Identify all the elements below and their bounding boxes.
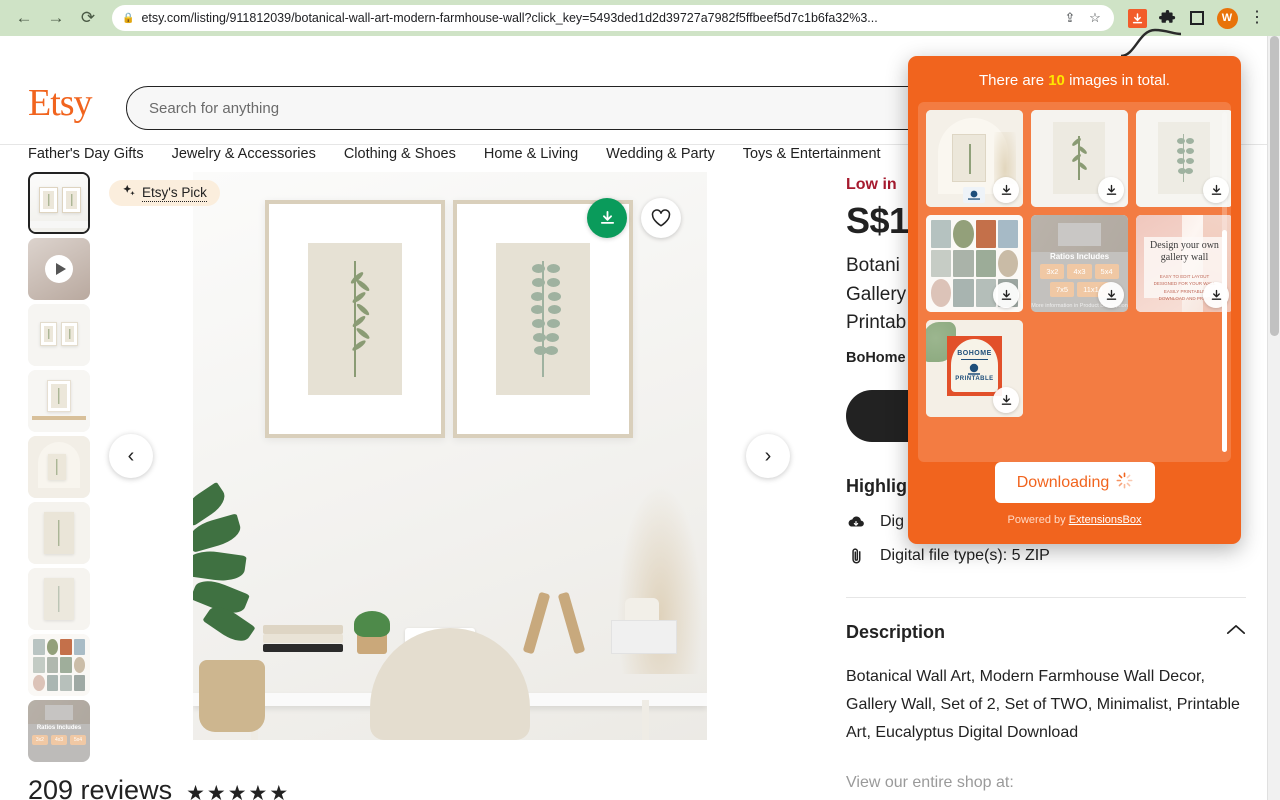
main-product-image[interactable]: [193, 172, 707, 740]
highlight-digital-download-text: Dig: [880, 512, 905, 530]
thumbnail-set-of-two-prints-light[interactable]: [28, 304, 90, 366]
download-icon[interactable]: [993, 282, 1019, 308]
download-all-label: Downloading: [1016, 473, 1110, 491]
popup-title-prefix: There are: [979, 72, 1049, 89]
paperclip-icon: [846, 547, 866, 565]
kebab-menu-icon[interactable]: ⋮: [1244, 5, 1270, 31]
reviews-count: 209 reviews: [28, 775, 173, 800]
powered-by-label: Powered by ExtensionsBox: [908, 514, 1241, 526]
nav-item-clothing-shoes[interactable]: Clothing & Shoes: [344, 146, 456, 162]
popup-scrollbar-thumb[interactable]: [1222, 230, 1227, 452]
download-all-button[interactable]: Downloading: [995, 462, 1155, 503]
nav-item-jewelry-accessories[interactable]: Jewelry & Accessories: [172, 146, 316, 162]
spinner-icon: [1116, 472, 1133, 494]
play-icon[interactable]: [45, 255, 73, 283]
logo-top-text: BOHOME: [957, 349, 992, 357]
popup-image-arch-niche-print[interactable]: [926, 110, 1023, 207]
nav-item-toys-entertainment[interactable]: Toys & Entertainment: [743, 146, 881, 162]
thumbnail-arch-niche-print[interactable]: [28, 436, 90, 498]
ratio-chip: 4x3: [1067, 263, 1092, 279]
description-shop-url[interactable]: https://www.etsy.com/your/shops/BoHomePr…: [846, 797, 1246, 800]
description-shop-link: View our entire shop at: https://www.ets…: [846, 769, 1246, 800]
description-shop-label: View our entire shop at:: [846, 773, 1014, 791]
download-icon[interactable]: [587, 198, 627, 238]
heart-icon[interactable]: [641, 198, 681, 238]
bohome-mini-logo: [962, 187, 985, 204]
thumbnail-color-palette-mosaic[interactable]: [28, 634, 90, 696]
thumbnail-single-olive-branch-print[interactable]: [28, 502, 90, 564]
popup-title-suffix: images in total.: [1064, 72, 1170, 89]
side-panel-icon[interactable]: [1184, 5, 1210, 31]
extensionsbox-link[interactable]: ExtensionsBox: [1069, 514, 1142, 526]
ratio-chip: 5x4: [1094, 263, 1119, 279]
thumbnail-print-over-console-table[interactable]: [28, 370, 90, 432]
nav-item-wedding-party[interactable]: Wedding & Party: [606, 146, 715, 162]
popup-image-count: 10: [1048, 72, 1065, 89]
browser-toolbar: ← → ⟳ 🔒 etsy.com/listing/911812039/botan…: [0, 0, 1280, 36]
ratios-heading: Ratios Includes: [1049, 251, 1110, 261]
address-bar-url: etsy.com/listing/911812039/botanical-wal…: [141, 11, 878, 25]
popup-image-color-palette-mosaic[interactable]: [926, 215, 1023, 312]
popup-image-single-olive-branch-print[interactable]: [1031, 110, 1128, 207]
description-body: Botanical Wall Art, Modern Farmhouse Wal…: [846, 667, 1240, 741]
thumbnail-single-eucalyptus-print[interactable]: [28, 568, 90, 630]
share-icon[interactable]: ⇪: [1061, 10, 1079, 26]
reload-icon[interactable]: ⟳: [74, 4, 102, 32]
page-scrollbar-thumb[interactable]: [1270, 36, 1279, 336]
download-icon[interactable]: [993, 387, 1019, 413]
gallery-heading: Design your own gallery wall: [1150, 240, 1219, 263]
ratio-chip: 3x2: [1040, 263, 1065, 279]
popup-pointer: [1121, 28, 1181, 58]
thumbnail-video[interactable]: [28, 238, 90, 300]
logo-bottom-text: PRINTABLE: [955, 375, 994, 382]
nav-item-fathers-day-gifts[interactable]: Father's Day Gifts: [28, 146, 144, 162]
category-nav: Father's Day Gifts Jewelry & Accessories…: [28, 146, 941, 162]
page-scrollbar[interactable]: [1267, 36, 1280, 800]
forward-arrow-icon[interactable]: →: [42, 4, 70, 32]
next-image-button[interactable]: ›: [746, 434, 790, 478]
avatar-initial: W: [1216, 7, 1238, 29]
popup-image-bohome-printable-logo[interactable]: BOHOME PRINTABLE: [926, 320, 1023, 417]
chevron-up-icon[interactable]: [1226, 623, 1246, 641]
popup-image-design-your-own-gallery-wall[interactable]: Design your own gallery wall EASY TO EDI…: [1136, 215, 1231, 312]
star-rating-icon: ★★★★★: [186, 782, 291, 800]
download-icon[interactable]: [1098, 177, 1124, 203]
popup-image-grid: Ratios Includes 3x2 4x3 5x4 7x5 11x14 Mo…: [918, 102, 1231, 462]
popup-title: There are 10 images in total.: [908, 56, 1241, 89]
highlight-file-type-text: Digital file type(s): 5 ZIP: [880, 546, 1050, 564]
etsy-pick-badge[interactable]: Etsy's Pick: [109, 180, 220, 206]
star-icon[interactable]: ☆: [1086, 10, 1104, 26]
address-bar[interactable]: 🔒 etsy.com/listing/911812039/botanical-w…: [112, 5, 1114, 31]
thumbnail-rail: Ratios Includes 3x2 4x3 5x4: [28, 172, 90, 766]
highlight-file-type: Digital file type(s): 5 ZIP: [846, 547, 1246, 565]
cloud-download-icon: [846, 515, 866, 529]
thumbnail-ratios-includes-card[interactable]: Ratios Includes 3x2 4x3 5x4: [28, 700, 90, 762]
etsy-logo[interactable]: Etsy: [28, 84, 93, 122]
ratio-chip: 7x5: [1050, 281, 1075, 297]
popup-image-single-eucalyptus-print[interactable]: [1136, 110, 1231, 207]
etsy-pick-label: Etsy's Pick: [142, 184, 207, 202]
download-icon[interactable]: [993, 177, 1019, 203]
reviews-summary[interactable]: 209 reviews ★★★★★: [28, 775, 290, 800]
image-action-buttons: [587, 198, 681, 238]
back-arrow-icon[interactable]: ←: [10, 4, 38, 32]
avatar[interactable]: W: [1214, 5, 1240, 31]
description-title: Description: [846, 621, 946, 642]
prev-image-button[interactable]: ‹: [109, 434, 153, 478]
thumbnail-two-framed-botanical-prints[interactable]: [28, 172, 90, 234]
description-header[interactable]: Description: [846, 596, 1246, 643]
extension-popup: There are 10 images in total. Ratios Inc…: [908, 56, 1241, 544]
popup-scrollbar[interactable]: [1222, 112, 1227, 452]
sparkle-icon: [122, 184, 136, 203]
lock-icon: 🔒: [122, 12, 135, 24]
download-icon[interactable]: [1098, 282, 1124, 308]
nav-item-home-living[interactable]: Home & Living: [484, 146, 578, 162]
powered-by-prefix: Powered by: [1007, 514, 1069, 526]
popup-image-ratios-includes-card[interactable]: Ratios Includes 3x2 4x3 5x4 7x5 11x14 Mo…: [1031, 215, 1128, 312]
